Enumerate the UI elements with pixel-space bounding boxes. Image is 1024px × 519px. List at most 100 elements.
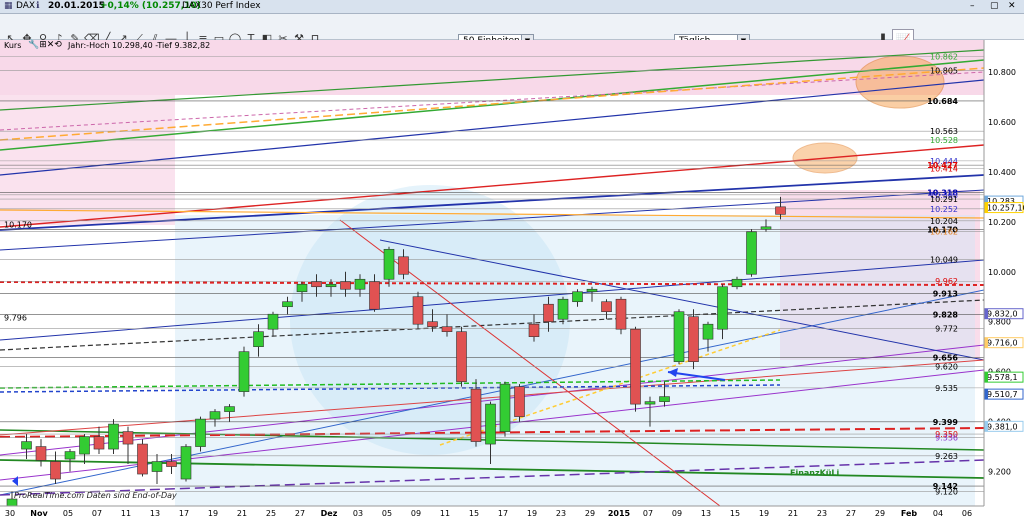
annotation-label: FinanzKüLi — [790, 468, 840, 477]
x-tick-label: 23 — [556, 509, 566, 518]
candle[interactable] — [456, 326, 467, 387]
candle-body — [731, 278, 743, 288]
level-label: 10.684 — [927, 97, 958, 106]
level-label: 9.913 — [933, 289, 958, 298]
minimize-icon[interactable]: – — [970, 1, 975, 11]
x-tick-label: 17 — [498, 509, 508, 518]
panel-tool-icons[interactable]: 🔧⊞✕⟲ — [28, 40, 62, 50]
candle[interactable] — [195, 416, 206, 452]
x-tick-label: 27 — [295, 509, 305, 518]
candle-body — [50, 461, 61, 480]
level-label: 10.414 — [930, 164, 958, 173]
candle[interactable] — [412, 291, 424, 330]
x-tick-label: 11 — [121, 509, 131, 518]
candle[interactable] — [630, 326, 641, 412]
x-tick-label: 15 — [469, 509, 479, 518]
x-tick-label: 21 — [788, 509, 798, 518]
level-label: 10.805 — [930, 67, 958, 76]
price-chart[interactable]: 10.86210.80510.68410.56310.52810.44410.4… — [0, 40, 1024, 519]
candle-body — [325, 283, 337, 288]
candle-body — [775, 206, 786, 215]
y-tick-label: 10.600 — [988, 118, 1016, 127]
candle-body — [354, 278, 366, 290]
candle[interactable] — [499, 381, 511, 437]
window-title: DAX30 Perf Index — [182, 1, 261, 11]
candle-body — [238, 351, 250, 392]
y-axis-background — [984, 40, 1024, 519]
candle-body — [398, 256, 409, 275]
candle-body — [586, 288, 598, 293]
x-tick-label: 07 — [643, 509, 653, 518]
price-box-marker — [985, 308, 988, 319]
price-box-marker — [985, 421, 988, 432]
x-tick-label: 15 — [730, 509, 740, 518]
x-tick-label: 05 — [63, 509, 73, 518]
candle-body — [35, 446, 47, 461]
x-tick-label: 17 — [179, 509, 189, 518]
x-tick-label: 13 — [150, 509, 160, 518]
candle-body — [412, 296, 424, 325]
candle[interactable] — [514, 384, 525, 422]
x-tick-label: 09 — [672, 509, 682, 518]
candle-body — [615, 298, 627, 330]
x-tick-label: 30 — [5, 509, 15, 518]
date-label: 20.01.2015 — [48, 1, 105, 11]
price-box-label: 9.716,0 — [987, 339, 1018, 348]
price-box-label: 9.381,0 — [987, 422, 1018, 431]
y-tick-label: 10.400 — [988, 168, 1016, 177]
x-tick-label: 06 — [962, 509, 972, 518]
x-tick-label: 13 — [701, 509, 711, 518]
candle-body — [21, 441, 32, 450]
pink-zone-left — [0, 95, 175, 225]
level-label: 9.656 — [933, 354, 959, 363]
candle-body — [528, 323, 540, 337]
candle-body — [717, 286, 728, 330]
x-tick-label: 19 — [208, 509, 218, 518]
candle-body — [340, 281, 351, 290]
x-tick-label: 29 — [875, 509, 885, 518]
level-label: 10.862 — [930, 52, 958, 61]
candle-body — [456, 331, 467, 382]
blue-zone — [175, 215, 975, 506]
candle[interactable] — [688, 309, 699, 370]
level-label: 10.162 — [930, 227, 958, 236]
x-tick-label: 03 — [353, 509, 363, 518]
x-tick-label: 19 — [759, 509, 769, 518]
symbol-label: DAX — [16, 1, 36, 11]
x-tick-label: 21 — [237, 509, 247, 518]
candle[interactable] — [746, 229, 757, 277]
candle-body — [151, 461, 163, 472]
level-label: 9.399 — [933, 418, 959, 427]
candle-body — [267, 313, 279, 330]
level-label: 9.620 — [935, 363, 958, 372]
x-tick-label: 27 — [846, 509, 856, 518]
candle-body — [572, 291, 583, 303]
close-icon[interactable]: ✕ — [1008, 1, 1016, 11]
candle-body — [557, 298, 569, 320]
title-bar: ▦ DAX ℹ 20.01.2015 +0,14% (10.257,10) DA… — [0, 0, 1024, 14]
candle-body — [296, 283, 308, 293]
maximize-icon[interactable]: ▢ — [990, 1, 999, 11]
x-tick-label: 29 — [585, 509, 595, 518]
candle-body — [427, 321, 438, 327]
candle-body — [543, 303, 554, 323]
level-label: 10.563 — [930, 127, 958, 136]
candle[interactable] — [238, 346, 250, 397]
info-icon[interactable]: ℹ — [36, 1, 39, 11]
candle-body — [659, 396, 670, 402]
candle-body — [122, 431, 134, 445]
candle-body — [93, 436, 105, 450]
candle[interactable] — [108, 419, 119, 455]
watermark-text: ProRealTime.com Daten sind End-of-Day — [14, 491, 177, 500]
candle-body — [688, 316, 699, 362]
x-tick-label: Dez — [321, 509, 338, 518]
candle-body — [470, 388, 482, 442]
candle[interactable] — [180, 444, 192, 482]
price-box-marker — [985, 202, 988, 213]
candle[interactable] — [673, 309, 685, 365]
chart-icon: ▦ — [4, 1, 13, 11]
candle[interactable] — [470, 379, 482, 447]
candle[interactable] — [615, 296, 627, 335]
level-label: 10.049 — [930, 256, 958, 265]
candle[interactable] — [137, 439, 148, 477]
